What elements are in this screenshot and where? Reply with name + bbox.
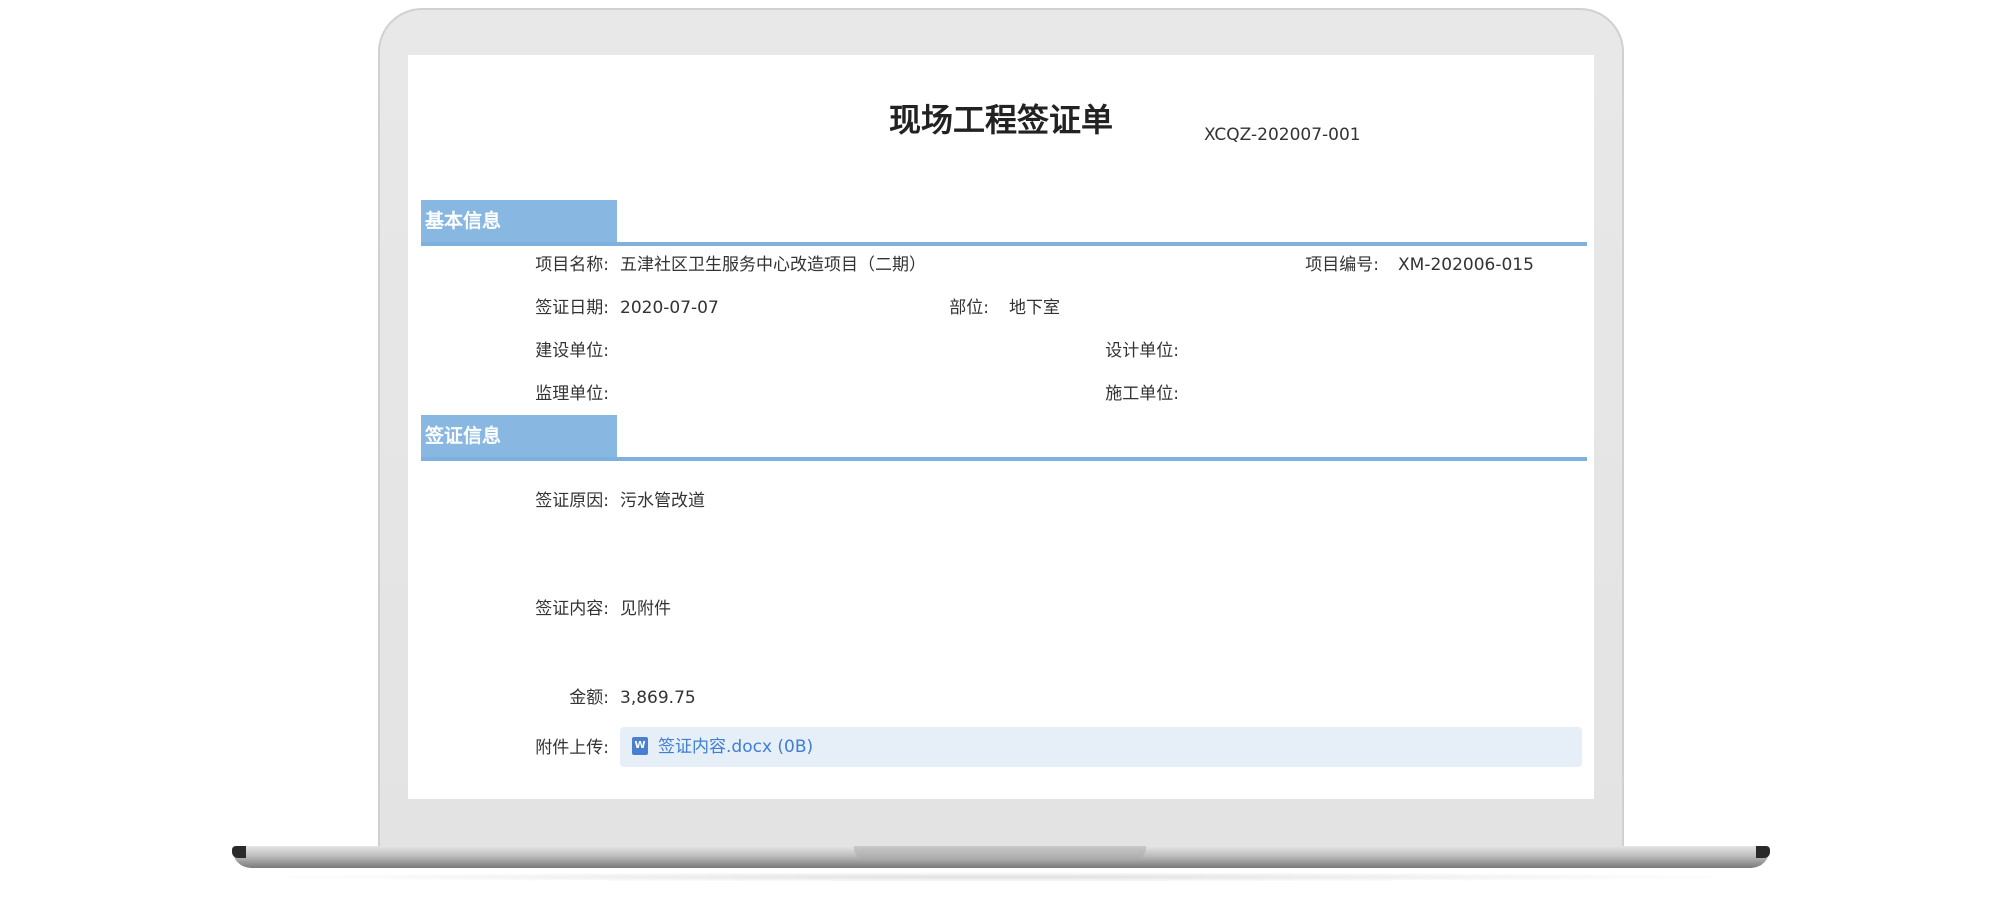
project-name-label: 项目名称:: [535, 255, 609, 275]
amount-label: 金额:: [569, 688, 609, 708]
location-label: 部位:: [949, 298, 989, 318]
visa-reason-value: 污水管改道: [620, 491, 705, 511]
visa-date-label: 签证日期:: [535, 298, 609, 318]
laptop-shadow: [240, 872, 1760, 882]
construction-unit-label: 建设单位:: [535, 341, 609, 361]
amount-value: 3,869.75: [620, 688, 696, 708]
attachment-link[interactable]: 签证内容.docx (0B): [658, 736, 813, 758]
attachment-label: 附件上传:: [535, 738, 609, 758]
visa-reason-label: 签证原因:: [535, 491, 609, 511]
location-value: 地下室: [1009, 298, 1060, 318]
project-name-value: 五津社区卫生服务中心改造项目（二期）: [620, 255, 926, 275]
design-unit-label: 设计单位:: [1105, 341, 1179, 361]
contractor-label: 施工单位:: [1105, 384, 1179, 404]
section-visa-info: 签证信息: [421, 415, 1587, 461]
page-title: 现场工程签证单: [888, 101, 1113, 139]
supervision-unit-label: 监理单位:: [535, 384, 609, 404]
visa-content-label: 签证内容:: [535, 599, 609, 619]
word-doc-icon: W: [632, 737, 648, 755]
screen: 现场工程签证单 XCQZ-202007-001 基本信息 项目名称: 五津社区卫…: [408, 55, 1594, 799]
section-visa-info-title: 签证信息: [421, 415, 617, 457]
project-no-value: XM-202006-015: [1398, 255, 1534, 275]
attachment-item[interactable]: W 签证内容.docx (0B): [620, 727, 1582, 767]
visa-content-value: 见附件: [620, 599, 671, 619]
laptop-notch: [854, 846, 1146, 860]
section-basic-info-title: 基本信息: [421, 200, 617, 242]
section-basic-info: 基本信息: [421, 200, 1587, 246]
visa-date-value: 2020-07-07: [620, 298, 719, 318]
project-no-label: 项目编号:: [1305, 255, 1379, 275]
document-code: XCQZ-202007-001: [1204, 125, 1361, 145]
